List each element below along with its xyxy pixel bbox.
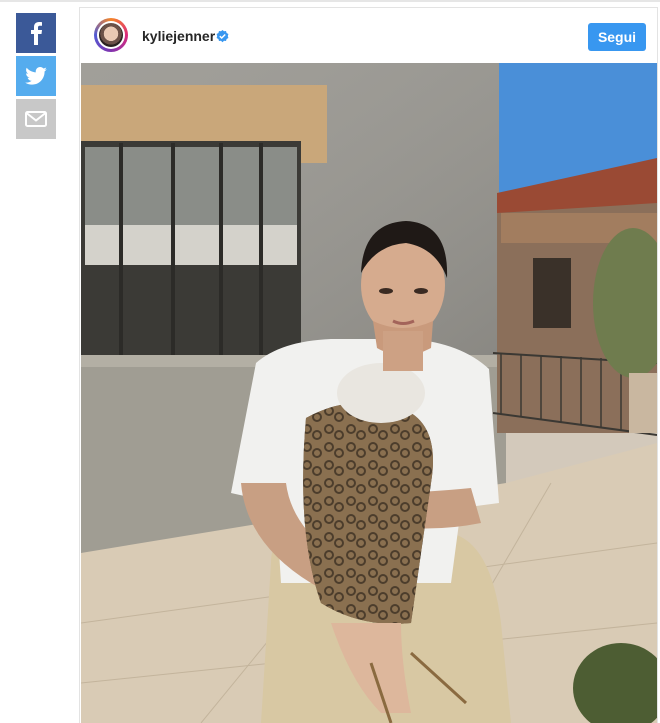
post-photo-illustration <box>81 63 657 723</box>
twitter-share-button[interactable] <box>16 56 56 96</box>
follow-button[interactable]: Segui <box>588 23 646 51</box>
envelope-icon <box>25 111 47 127</box>
avatar-image <box>99 23 123 47</box>
username-link[interactable]: kyliejenner <box>142 28 215 44</box>
post-photo[interactable] <box>81 63 657 723</box>
facebook-share-button[interactable] <box>16 13 56 53</box>
top-divider <box>0 0 660 2</box>
facebook-f-icon <box>31 22 42 45</box>
twitter-bird-icon <box>25 67 47 85</box>
avatar[interactable] <box>94 18 128 52</box>
verified-badge-icon <box>216 30 229 43</box>
email-share-button[interactable] <box>16 99 56 139</box>
